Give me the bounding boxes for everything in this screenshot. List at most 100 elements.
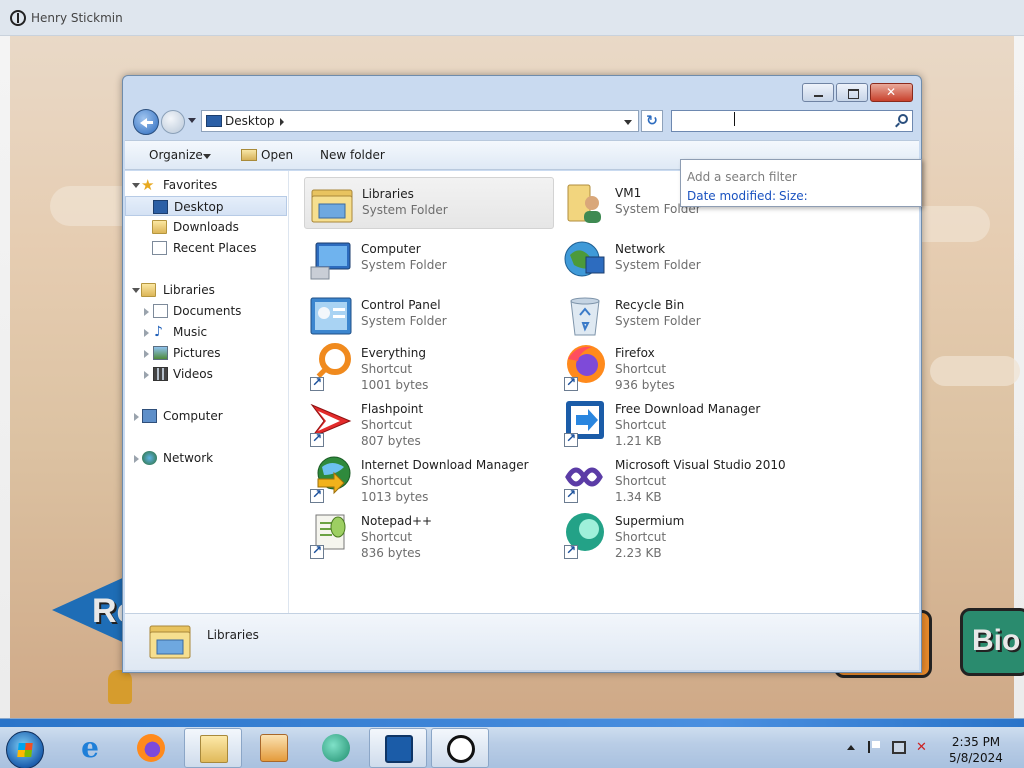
nav-computer[interactable]: Computer: [125, 406, 287, 426]
volume-muted-icon[interactable]: ✕: [916, 741, 930, 755]
file-item-everything[interactable]: Everything Shortcut 1001 bytes: [304, 337, 554, 393]
nav-label: Network: [163, 451, 214, 465]
action-center-flag-icon[interactable]: [868, 741, 880, 753]
taskbar-internet-explorer[interactable]: e: [61, 728, 119, 768]
file-type: Shortcut: [615, 530, 667, 544]
file-size: 836 bytes: [361, 546, 421, 560]
shortcut-arrow-icon: [310, 375, 324, 391]
open-folder-icon[interactable]: [241, 149, 257, 161]
documents-icon: [153, 304, 168, 318]
nav-downloads[interactable]: Downloads: [125, 217, 287, 237]
organize-button[interactable]: Organize: [149, 148, 203, 162]
collapse-chevron-icon[interactable]: [134, 455, 139, 463]
file-type: Shortcut: [361, 530, 413, 544]
breadcrumb-desktop[interactable]: Desktop: [225, 114, 275, 128]
fdm-icon: [385, 735, 413, 763]
shortcut-arrow-icon: [310, 543, 324, 559]
file-type: Shortcut: [615, 474, 667, 488]
nav-label: Recent Places: [173, 241, 257, 255]
taskbar-henry-stickmin[interactable]: [431, 728, 489, 768]
taskbar-windows-explorer[interactable]: [184, 728, 242, 768]
music-note-icon: ♪: [154, 324, 163, 340]
stopwatch-icon: [447, 735, 475, 763]
filter-size[interactable]: Size:: [779, 189, 808, 203]
breadcrumb-chevron-icon[interactable]: [280, 118, 284, 126]
file-item-internet-download-manager[interactable]: Internet Download Manager Shortcut 1013 …: [304, 449, 554, 505]
address-dropdown-icon[interactable]: [624, 120, 632, 125]
shortcut-arrow-icon: [564, 487, 578, 503]
network-status-icon[interactable]: [892, 741, 906, 754]
computer-icon: [142, 409, 157, 423]
nav-music[interactable]: ♪ Music: [125, 322, 287, 342]
nav-favorites[interactable]: ★ Favorites: [125, 175, 287, 195]
filter-date-modified[interactable]: Date modified:: [687, 189, 776, 203]
file-type: System Folder: [615, 314, 701, 328]
expand-chevron-icon[interactable]: [132, 183, 140, 188]
close-button[interactable]: [870, 83, 913, 102]
file-item-notepad-plus-plus[interactable]: Notepad++ Shortcut 836 bytes: [304, 505, 554, 561]
nav-documents[interactable]: Documents: [125, 301, 287, 321]
file-item-supermium[interactable]: Supermium Shortcut 2.23 KB: [558, 505, 808, 561]
back-button[interactable]: [133, 109, 159, 135]
file-item-computer[interactable]: Computer System Folder: [304, 233, 554, 285]
new-folder-button[interactable]: New folder: [320, 148, 385, 162]
recent-pages-dropdown[interactable]: [188, 118, 196, 123]
collapse-chevron-icon[interactable]: [144, 308, 149, 316]
shortcut-arrow-icon: [564, 431, 578, 447]
supermium-icon: [322, 734, 350, 762]
file-item-firefox[interactable]: Firefox Shortcut 936 bytes: [558, 337, 808, 393]
collapse-chevron-icon[interactable]: [134, 413, 139, 421]
file-name: Microsoft Visual Studio 2010: [615, 458, 786, 472]
shortcut-arrow-icon: [310, 487, 324, 503]
search-input[interactable]: [672, 111, 892, 131]
open-button[interactable]: Open: [261, 148, 293, 162]
nav-recent-places[interactable]: Recent Places: [125, 238, 287, 258]
taskbar-firefox[interactable]: [122, 728, 180, 768]
file-item-control-panel[interactable]: Control Panel System Folder: [304, 289, 554, 341]
nav-label: Favorites: [163, 178, 218, 192]
nav-network[interactable]: Network: [125, 448, 287, 468]
game-titlebar: Henry Stickmin: [0, 0, 1024, 36]
file-name: Supermium: [615, 514, 685, 528]
file-name: Free Download Manager: [615, 402, 761, 416]
minimize-button[interactable]: [802, 83, 834, 102]
nav-desktop[interactable]: Desktop: [125, 196, 287, 216]
organize-dropdown-icon[interactable]: [203, 154, 211, 159]
file-item-recycle-bin[interactable]: Recycle Bin System Folder: [558, 289, 808, 341]
taskbar-media-player[interactable]: [245, 728, 303, 768]
taskbar-free-download-manager[interactable]: [369, 728, 427, 768]
file-item-libraries[interactable]: Libraries System Folder: [304, 177, 554, 229]
star-icon: ★: [141, 176, 155, 194]
nav-libraries[interactable]: Libraries: [125, 280, 287, 300]
collapse-chevron-icon[interactable]: [144, 371, 149, 379]
refresh-button[interactable]: ↻: [641, 110, 663, 132]
forward-button[interactable]: [161, 110, 185, 134]
address-bar[interactable]: Desktop: [201, 110, 639, 132]
search-icon[interactable]: [898, 114, 908, 124]
clock[interactable]: 2:35 PM 5/8/2024: [946, 734, 1006, 766]
firefox-icon: [137, 734, 165, 762]
file-type: System Folder: [362, 203, 448, 217]
collapse-chevron-icon[interactable]: [144, 350, 149, 358]
file-name: Computer: [361, 242, 421, 256]
file-type: System Folder: [615, 258, 701, 272]
game-window-title: Henry Stickmin: [31, 11, 123, 25]
maximize-button[interactable]: [836, 83, 868, 102]
file-name: VM1: [615, 186, 642, 200]
search-box[interactable]: [671, 110, 913, 132]
taskbar-supermium[interactable]: [307, 728, 365, 768]
expand-chevron-icon[interactable]: [132, 288, 140, 293]
file-item-flashpoint[interactable]: Flashpoint Shortcut 807 bytes: [304, 393, 554, 449]
show-hidden-icons-icon[interactable]: [847, 745, 855, 750]
collapse-chevron-icon[interactable]: [144, 329, 149, 337]
file-item-visual-studio-2010[interactable]: Microsoft Visual Studio 2010 Shortcut 1.…: [558, 449, 808, 505]
taskbar: e ✕ 2:35 PM 5/8/2024: [0, 718, 1024, 768]
start-button[interactable]: [6, 731, 44, 768]
file-list: Libraries System Folder VM1 System Folde…: [290, 171, 919, 613]
nav-videos[interactable]: Videos: [125, 364, 287, 384]
file-item-free-download-manager[interactable]: Free Download Manager Shortcut 1.21 KB: [558, 393, 808, 449]
file-name: Network: [615, 242, 666, 256]
nav-pictures[interactable]: Pictures: [125, 343, 287, 363]
navigation-bar: Desktop ↻ Add a search filter Date modif…: [131, 108, 922, 207]
file-item-network[interactable]: Network System Folder: [558, 233, 808, 285]
